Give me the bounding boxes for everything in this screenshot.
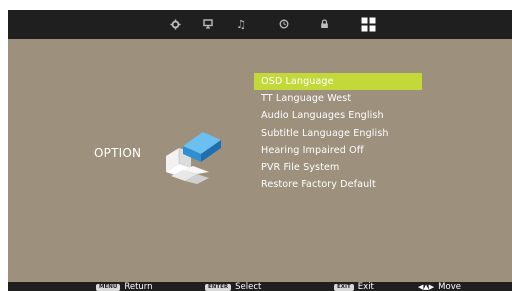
option-blocks-icon (163, 126, 223, 184)
option-menu-list: OSD Language TT Language West Audio Lang… (254, 73, 422, 193)
gear-icon[interactable] (168, 17, 182, 31)
tv-menu-screen: ♫ OPTION OSD Language TT Language West A… (8, 10, 512, 291)
exit-label: Exit (357, 282, 374, 291)
menu-item-pvr-file-system[interactable]: PVR File System (254, 159, 422, 176)
bottom-hint-bar: MENU Return ENTER Select EXIT Exit ◀▲▶ M… (8, 282, 512, 291)
lock-icon[interactable] (317, 17, 331, 31)
music-note-icon[interactable]: ♫ (234, 17, 248, 31)
tv-icon[interactable] (201, 17, 215, 31)
move-hint[interactable]: ◀▲▶ Move (418, 282, 461, 291)
move-label: Move (438, 282, 461, 291)
grid-icon[interactable] (360, 16, 376, 32)
menu-item-restore-factory-default[interactable]: Restore Factory Default (254, 176, 422, 193)
clock-icon[interactable] (277, 17, 291, 31)
exit-hint[interactable]: EXIT Exit (334, 282, 374, 291)
select-label: Select (235, 282, 262, 291)
category-title: OPTION (94, 146, 142, 160)
exit-key: EXIT (334, 284, 354, 291)
top-menu-bar: ♫ (8, 10, 512, 39)
menu-item-tt-language[interactable]: TT Language West (254, 90, 422, 107)
return-label: Return (124, 282, 153, 291)
arrows-icon: ◀▲▶ (418, 283, 435, 291)
enter-key: ENTER (205, 284, 232, 291)
menu-key: MENU (96, 284, 121, 291)
menu-item-audio-languages[interactable]: Audio Languages English (254, 107, 422, 124)
menu-item-subtitle-language[interactable]: Subtitle Language English (254, 125, 422, 142)
menu-item-osd-language[interactable]: OSD Language (254, 73, 422, 91)
select-hint[interactable]: ENTER Select (205, 282, 261, 291)
return-hint[interactable]: MENU Return (96, 282, 153, 291)
menu-item-hearing-impaired[interactable]: Hearing Impaired Off (254, 142, 422, 159)
